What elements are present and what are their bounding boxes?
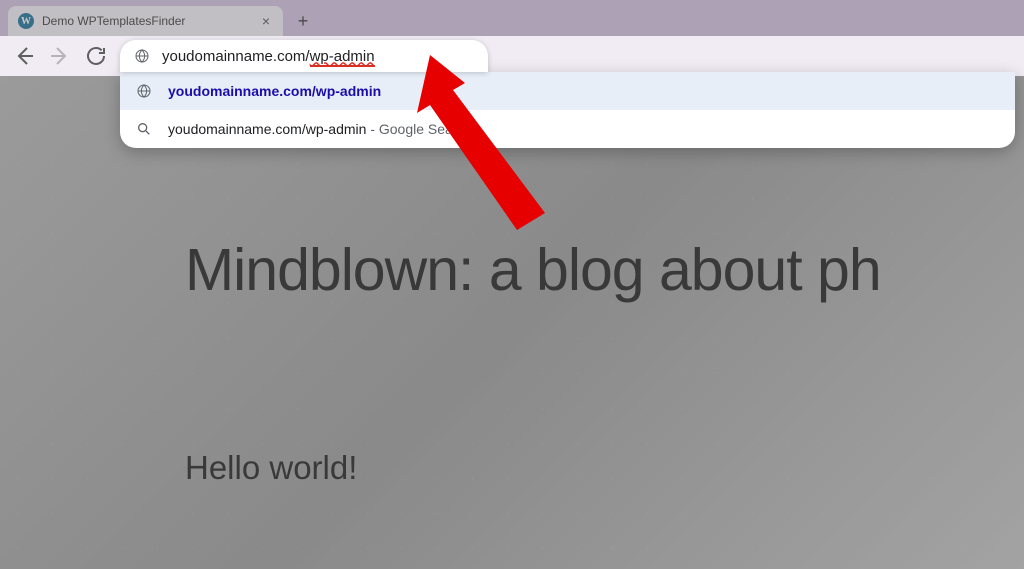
close-tab-button[interactable]: × [259,14,273,28]
omnibox-suggestion[interactable]: youdomainname.com/wp-admin [120,72,1015,110]
tab-title: Demo WPTemplatesFinder [42,14,251,28]
address-bar[interactable]: youdomainname.com/wp-admin [120,40,488,72]
arrow-left-icon [12,44,36,68]
page-content: Mindblown: a blog about ph Hello world! [0,76,1024,569]
suggestion-text: youdomainname.com/wp-admin [168,83,381,99]
suggestion-suffix: - Google Search [366,121,472,137]
arrow-right-icon [48,44,72,68]
address-bar-wrapper: youdomainname.com/wp-admin youdomainname… [120,40,1012,72]
address-underlined: wp-admin [310,48,375,67]
address-prefix: youdomainname.com/ [162,48,310,65]
browser-toolbar: youdomainname.com/wp-admin youdomainname… [0,36,1024,76]
omnibox-dropdown: youdomainname.com/wp-admin youdomainname… [120,72,1015,148]
omnibox-suggestion[interactable]: youdomainname.com/wp-admin - Google Sear… [120,110,1015,148]
suggestion-text: youdomainname.com/wp-admin [168,121,366,137]
new-tab-button[interactable]: + [289,7,317,35]
plus-icon: + [298,11,309,32]
page-subheading: Hello world! [185,449,1024,487]
address-text: youdomainname.com/wp-admin [162,48,375,65]
wordpress-favicon: W [18,13,34,29]
back-button[interactable] [12,44,36,68]
globe-icon[interactable] [134,48,150,64]
forward-button[interactable] [48,44,72,68]
favicon-letter: W [21,16,31,27]
close-icon: × [262,14,270,28]
reload-icon [84,44,108,68]
search-icon [136,121,152,137]
page-heading: Mindblown: a blog about ph [185,236,1024,304]
tab-strip: W Demo WPTemplatesFinder × + [0,0,1024,36]
browser-tab[interactable]: W Demo WPTemplatesFinder × [8,6,283,36]
reload-button[interactable] [84,44,108,68]
globe-icon [136,83,152,99]
